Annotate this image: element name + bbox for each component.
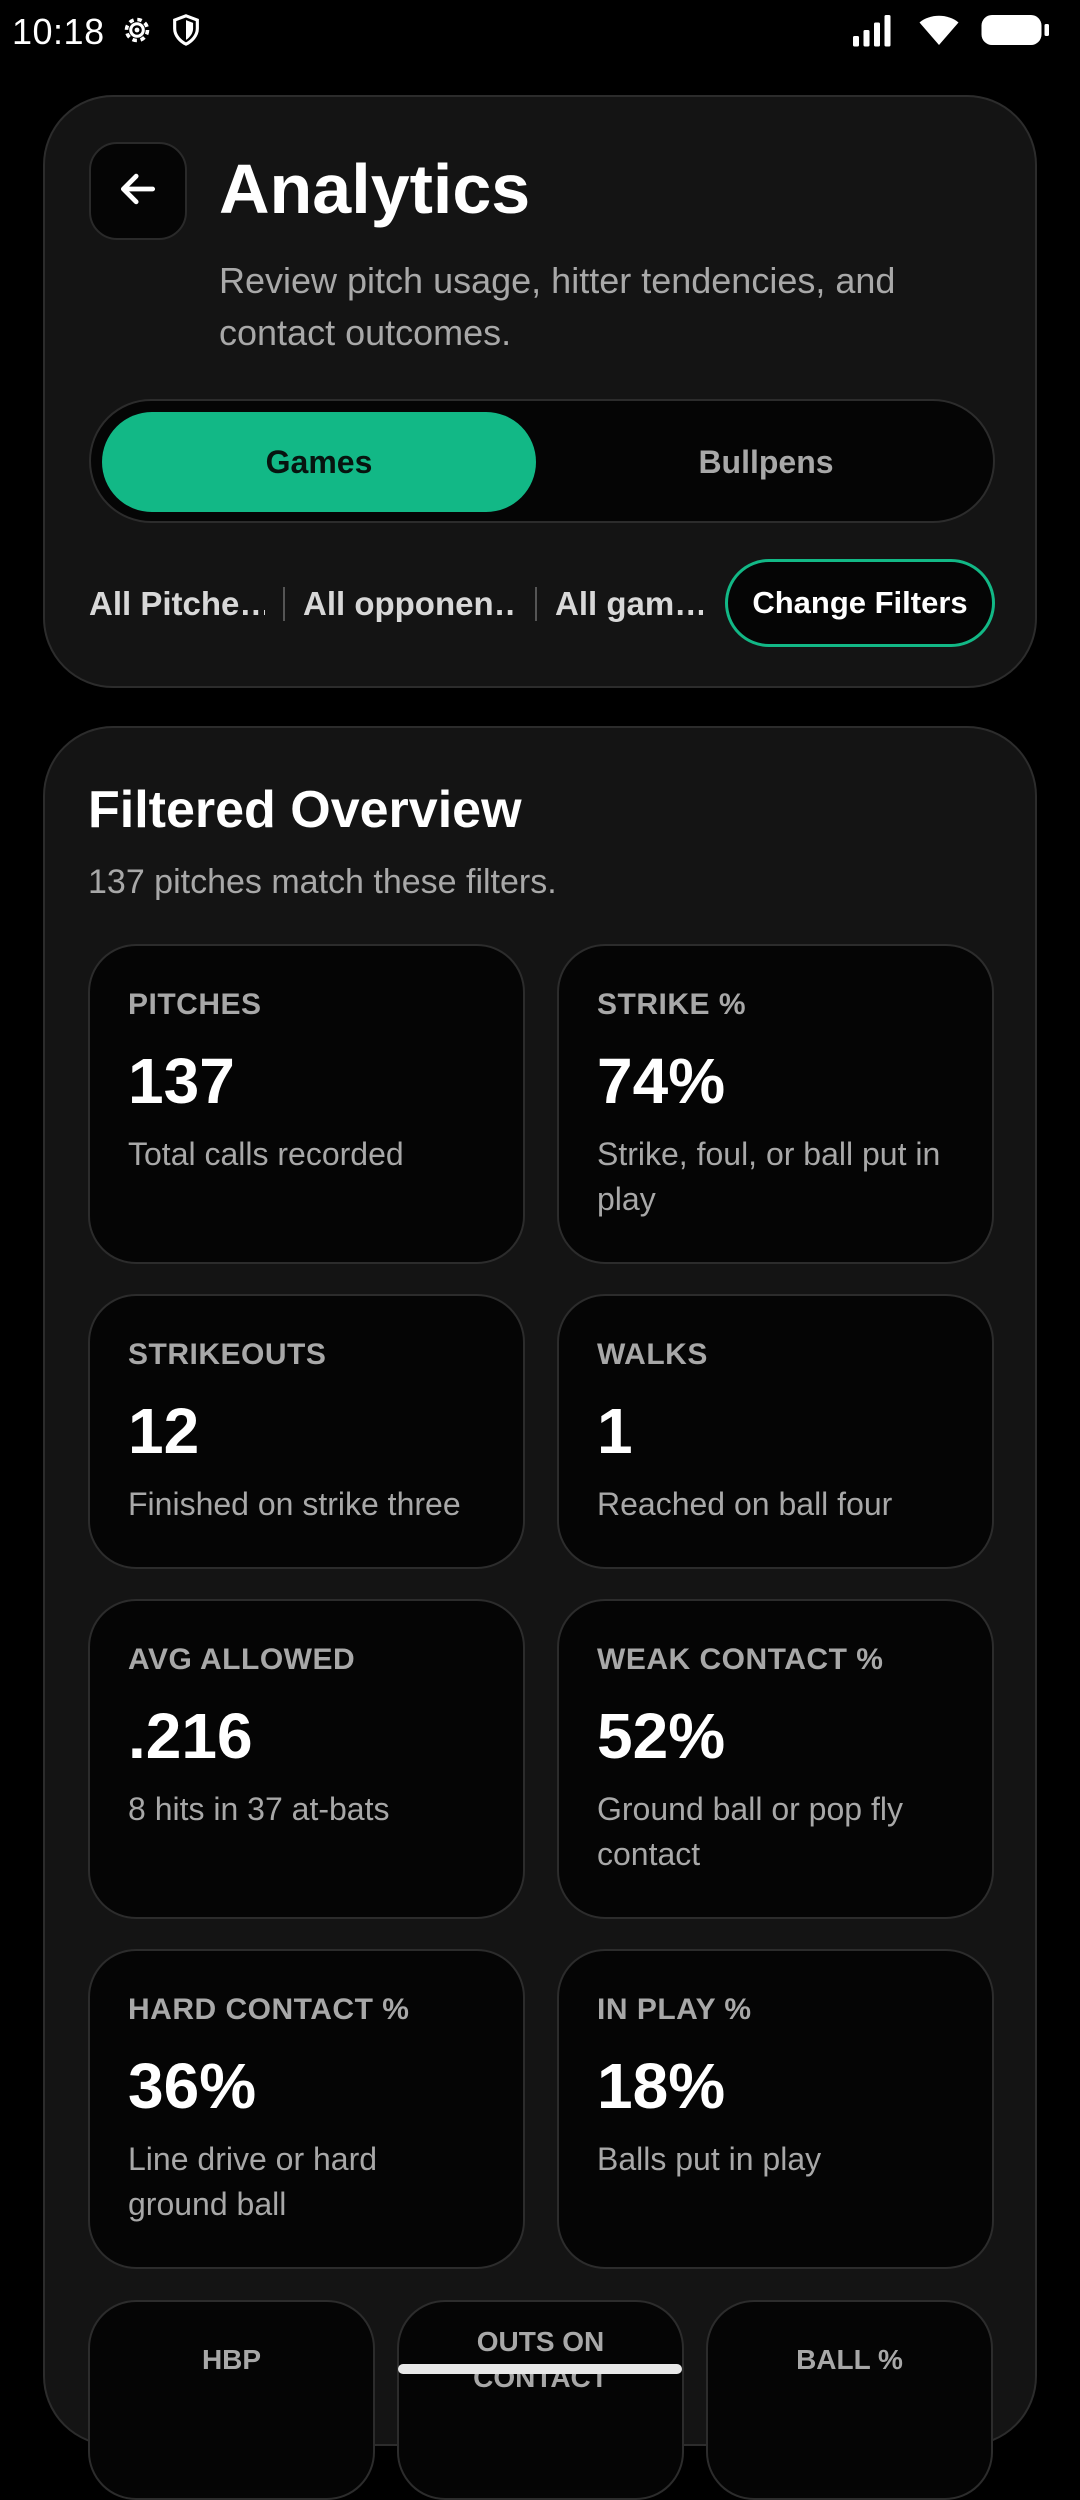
stat-card-weak-contact: WEAK CONTACT % 52% Ground ball or pop fl… bbox=[557, 1599, 994, 1919]
filter-row: All Pitche… All opponen… All gam… Change… bbox=[89, 559, 995, 649]
stat-label: PITCHES bbox=[128, 988, 262, 1021]
stat-card-in-play: IN PLAY % 18% Balls put in play bbox=[557, 1949, 994, 2269]
wifi-icon bbox=[916, 12, 962, 53]
stat-value: 1 bbox=[597, 1395, 633, 1467]
status-time: 10:18 bbox=[12, 11, 105, 52]
change-filters-button[interactable]: Change Filters bbox=[725, 559, 995, 647]
stat-label: STRIKEOUTS bbox=[128, 1338, 327, 1371]
stat-description: Strike, foul, or ball put in play bbox=[597, 1136, 941, 1217]
stat-label: BALL % bbox=[796, 2344, 903, 2375]
stat-label: HBP bbox=[201, 2344, 262, 2375]
battery-icon bbox=[980, 12, 1052, 53]
stat-value: 18% bbox=[597, 2050, 726, 2122]
stat-card-hbp: HBP bbox=[88, 2300, 375, 2500]
stat-card-avg-allowed: AVG ALLOWED .216 8 hits in 37 at-bats bbox=[88, 1599, 525, 1919]
header-card: Analytics Review pitch usage, hitter ten… bbox=[43, 95, 1037, 688]
stat-value: 74% bbox=[597, 1045, 726, 1117]
stat-label: AVG ALLOWED bbox=[128, 1643, 356, 1676]
tab-games[interactable]: Games bbox=[102, 412, 536, 512]
overview-card: Filtered Overview 137 pitches match thes… bbox=[43, 726, 1037, 2500]
filter-pitcher[interactable]: All Pitche… bbox=[89, 585, 265, 623]
status-bar: 10:18 bbox=[0, 0, 1080, 64]
stat-value: .216 bbox=[128, 1700, 253, 1772]
stat-grid: PITCHES 137 Total calls recorded STRIKE … bbox=[88, 944, 994, 2269]
stat-label: WALKS bbox=[597, 1338, 708, 1371]
section-title: Filtered Overview bbox=[88, 781, 522, 839]
signal-icon bbox=[850, 12, 898, 53]
stat-description: Total calls recorded bbox=[128, 1136, 404, 1172]
stat-description: Line drive or hard ground ball bbox=[128, 2141, 378, 2222]
stat-card-strike-percent: STRIKE % 74% Strike, foul, or ball put i… bbox=[557, 944, 994, 1264]
arrow-left-icon bbox=[116, 167, 160, 216]
stat-label: OUTS ON CONTACT bbox=[473, 2326, 608, 2393]
shield-icon bbox=[169, 12, 203, 53]
home-indicator[interactable] bbox=[398, 2364, 682, 2374]
stat-description: Reached on ball four bbox=[597, 1486, 893, 1522]
stat-label: IN PLAY % bbox=[597, 1993, 752, 2026]
stat-description: Ground ball or pop fly contact bbox=[597, 1791, 903, 1872]
stat-card-strikeouts: STRIKEOUTS 12 Finished on strike three bbox=[88, 1294, 525, 1569]
stat-value: 36% bbox=[128, 2050, 257, 2122]
stat-card-hard-contact: HARD CONTACT % 36% Line drive or hard gr… bbox=[88, 1949, 525, 2269]
stat-value: 12 bbox=[128, 1395, 200, 1467]
stat-description: Balls put in play bbox=[597, 2141, 822, 2177]
back-button[interactable] bbox=[89, 142, 187, 240]
stat-label: STRIKE % bbox=[597, 988, 747, 1021]
mini-stat-row: HBP OUTS ON CONTACT BALL % bbox=[88, 2300, 994, 2500]
filter-games[interactable]: All gam… bbox=[555, 585, 703, 623]
stat-description: Finished on strike three bbox=[128, 1486, 461, 1522]
stat-description: 8 hits in 37 at-bats bbox=[128, 1791, 390, 1827]
stat-card-pitches: PITCHES 137 Total calls recorded bbox=[88, 944, 525, 1264]
page-title: Analytics bbox=[219, 150, 531, 228]
stat-label: HARD CONTACT % bbox=[128, 1993, 410, 2026]
stat-card-outs-on-contact: OUTS ON CONTACT bbox=[397, 2300, 684, 2500]
filter-opponent[interactable]: All opponen… bbox=[303, 585, 517, 623]
tab-bullpens[interactable]: Bullpens bbox=[546, 412, 986, 512]
stat-label: WEAK CONTACT % bbox=[597, 1643, 884, 1676]
stat-value: 52% bbox=[597, 1700, 726, 1772]
settings-icon bbox=[119, 12, 155, 53]
stat-card-walks: WALKS 1 Reached on ball four bbox=[557, 1294, 994, 1569]
session-type-toggle: Games Bullpens bbox=[89, 399, 995, 523]
filter-divider bbox=[535, 587, 537, 621]
filter-divider bbox=[283, 587, 285, 621]
section-subtitle: 137 pitches match these filters. bbox=[88, 863, 557, 901]
page-subtitle: Review pitch usage, hitter tendencies, a… bbox=[219, 260, 896, 353]
stat-card-ball-percent: BALL % bbox=[706, 2300, 993, 2500]
stat-value: 137 bbox=[128, 1045, 235, 1117]
